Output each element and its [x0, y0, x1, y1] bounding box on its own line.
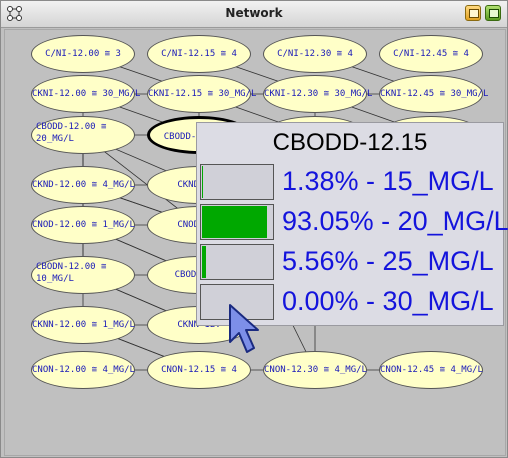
belief-bar [200, 244, 274, 280]
network-node[interactable]: C/NI-12.30 ≅ 4 [263, 35, 367, 73]
belief-text: 0.00% - 30_MG/L [282, 286, 494, 316]
network-node[interactable]: CKNN-12.00 ≅ 1_MG/L [31, 306, 135, 344]
belief-bar-fill [202, 206, 267, 238]
node-label: C/NI-12.15 ≅ 4 [161, 49, 237, 59]
network-node[interactable]: C/NI-12.00 ≅ 3 [31, 35, 135, 73]
minimize-icon[interactable] [465, 5, 481, 21]
belief-row: 5.56% - 25_MG/L [200, 244, 500, 282]
network-node[interactable]: CNON-12.45 ≅ 4_MG/L [379, 351, 483, 389]
window-title: Network [225, 6, 283, 20]
network-node[interactable]: CKNI-12.30 ≅ 30_MG/L [263, 75, 373, 113]
belief-text: 5.56% - 25_MG/L [282, 246, 494, 276]
network-node[interactable]: C/NI-12.15 ≅ 4 [147, 35, 251, 73]
network-node[interactable]: CNON-12.30 ≅ 4_MG/L [263, 351, 367, 389]
node-label: CBODN-12.00 ≅ 10_MG/L [36, 262, 107, 284]
mouse-pointer-icon [229, 304, 259, 353]
node-label: CBODD-12.00 ≅ 20_MG/L [36, 122, 107, 144]
node-label: CKNI-12.00 ≅ 30_MG/L [32, 89, 141, 99]
network-node[interactable]: CKNI-12.15 ≅ 30_MG/L [147, 75, 257, 113]
popup-title: CBODD-12.15 [272, 129, 428, 156]
belief-text: 1.38% - 15_MG/L [282, 166, 494, 196]
node-label: CKNI-12.45 ≅ 30_MG/L [380, 89, 489, 99]
network-node[interactable]: CBODD-12.00 ≅ 20_MG/L [31, 116, 135, 154]
node-label: CNON-12.45 ≅ 4_MG/L [380, 365, 483, 375]
node-label: C/NI-12.30 ≅ 4 [277, 49, 353, 59]
network-node[interactable]: CKNI-12.45 ≅ 30_MG/L [379, 75, 489, 113]
title-bar[interactable]: Network [1, 1, 507, 28]
network-node[interactable]: CNOD-12.00 ≅ 1_MG/L [31, 206, 135, 244]
node-label: CKNN-12.00 ≅ 1_MG/L [32, 320, 135, 330]
node-label: C/NI-12.00 ≅ 3 [45, 49, 121, 59]
network-node[interactable]: CNON-12.00 ≅ 4_MG/L [31, 351, 135, 389]
node-belief-popup: CBODD-12.15 1.38% - 15_MG/L 93.05% - 20_… [196, 122, 508, 326]
node-label: CNON-12.30 ≅ 4_MG/L [264, 365, 367, 375]
belief-row: 1.38% - 15_MG/L [200, 164, 500, 202]
belief-bar-fill [202, 166, 203, 198]
node-label: CKNI-12.30 ≅ 30_MG/L [264, 89, 373, 99]
node-label: C/NI-12.45 ≅ 4 [393, 49, 469, 59]
node-label: CKND-12.00 ≅ 4_MG/L [32, 180, 135, 190]
network-node[interactable]: C/NI-12.45 ≅ 4 [379, 35, 483, 73]
belief-row: 93.05% - 20_MG/L [200, 204, 508, 242]
node-label: CNON-12.15 ≅ 4 [161, 365, 237, 375]
network-node[interactable]: CKND-12.00 ≅ 4_MG/L [31, 166, 135, 204]
belief-bar-fill [202, 246, 206, 278]
node-label: CKNI-12.15 ≅ 30_MG/L [148, 89, 257, 99]
node-label: CNON-12.00 ≅ 4_MG/L [32, 365, 135, 375]
belief-bar [200, 164, 274, 200]
node-label: CNOD-12.00 ≅ 1_MG/L [32, 220, 135, 230]
network-window: Network C/NI-12.00 ≅ 3 C/NI-12.15 ≅ 4 C/NI… [0, 0, 508, 458]
belief-bar [200, 204, 274, 240]
belief-text: 93.05% - 20_MG/L [282, 206, 508, 236]
network-node[interactable]: CBODN-12.00 ≅ 10_MG/L [31, 256, 135, 294]
maximize-icon[interactable] [485, 5, 501, 21]
network-node[interactable]: CKNI-12.00 ≅ 30_MG/L [31, 75, 141, 113]
